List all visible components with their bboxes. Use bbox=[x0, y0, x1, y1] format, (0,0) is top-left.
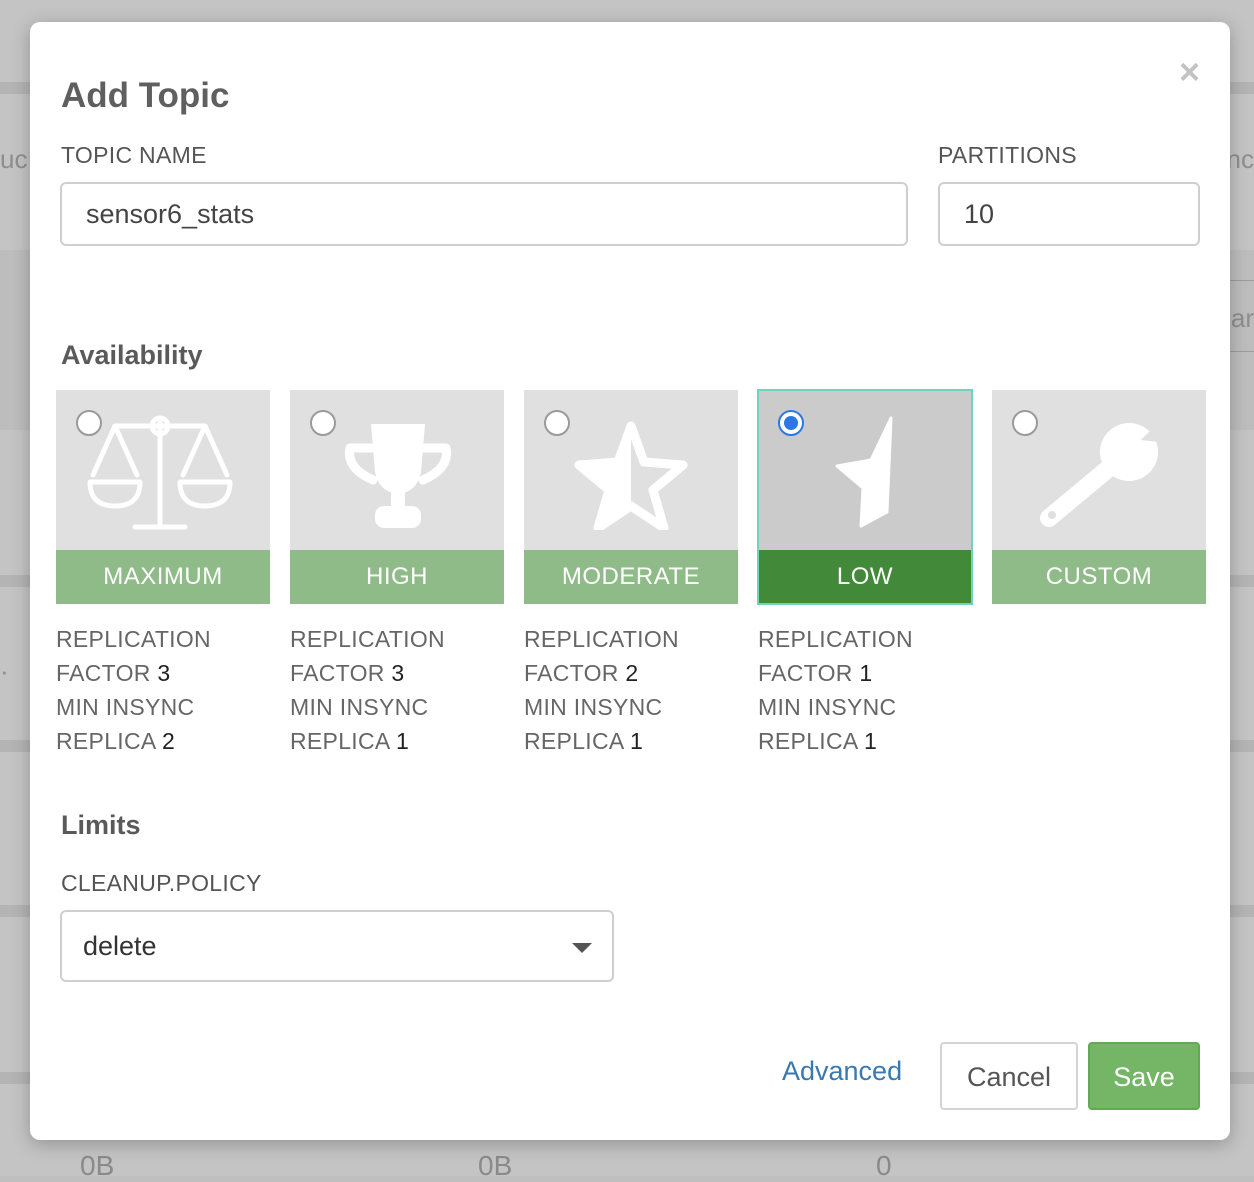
cleanup-policy-select[interactable]: delete bbox=[60, 910, 614, 982]
wrench-icon bbox=[1040, 412, 1177, 527]
spec-line: REPLICATION bbox=[758, 626, 913, 652]
save-button[interactable]: Save bbox=[1088, 1042, 1200, 1110]
background-value: 0B bbox=[80, 1150, 115, 1181]
spec-label: FACTOR bbox=[524, 660, 626, 686]
spec-line: FACTOR 1 bbox=[758, 656, 972, 690]
spec-line: REPLICATION bbox=[524, 626, 679, 652]
option-label: CUSTOM bbox=[992, 550, 1206, 604]
spec-line: REPLICATION bbox=[290, 626, 445, 652]
dialog-title: Add Topic bbox=[61, 76, 230, 115]
option-label: HIGH bbox=[290, 550, 504, 604]
spec-line: REPLICA 1 bbox=[758, 724, 972, 758]
spec-line: REPLICATION bbox=[56, 626, 211, 652]
replication-factor-value: 1 bbox=[859, 660, 873, 686]
spec-line: REPLICA 1 bbox=[290, 724, 504, 758]
quarter-star-icon bbox=[835, 416, 893, 528]
close-icon[interactable]: × bbox=[1179, 54, 1200, 90]
availability-option-maximum[interactable]: MAXIMUM bbox=[56, 390, 270, 604]
chevron-down-icon bbox=[572, 943, 592, 953]
cleanup-policy-value: delete bbox=[83, 931, 157, 961]
spec-label: FACTOR bbox=[290, 660, 392, 686]
option-label: MAXIMUM bbox=[56, 550, 270, 604]
min-insync-replica-value: 2 bbox=[161, 728, 176, 754]
spec-line: REPLICA 1 bbox=[524, 724, 738, 758]
background-text: uc bbox=[0, 144, 28, 174]
cleanup-policy-label: CLEANUP.POLICY bbox=[61, 870, 262, 896]
trophy-icon bbox=[345, 424, 451, 528]
option-tile bbox=[992, 390, 1206, 550]
spec-label: REPLICA bbox=[758, 728, 864, 754]
replication-factor-value: 3 bbox=[391, 660, 405, 686]
option-label: MODERATE bbox=[524, 550, 738, 604]
spec-line: FACTOR 3 bbox=[290, 656, 504, 690]
half-star-icon bbox=[574, 421, 688, 530]
spec-label: REPLICA bbox=[56, 728, 162, 754]
spec-line: MIN INSYNC bbox=[290, 694, 429, 720]
min-insync-replica-value: 1 bbox=[395, 728, 410, 754]
add-topic-dialog: Add Topic × TOPIC NAME PARTITIONS Availa… bbox=[30, 22, 1230, 1140]
replication-factor-value: 3 bbox=[157, 660, 171, 686]
spec-label: FACTOR bbox=[758, 660, 860, 686]
option-tile bbox=[524, 390, 738, 550]
partitions-label: PARTITIONS bbox=[938, 142, 1077, 168]
background-text: · bbox=[0, 656, 9, 686]
topic-name-input[interactable] bbox=[60, 182, 908, 246]
spec-line: FACTOR 3 bbox=[56, 656, 270, 690]
partitions-input[interactable] bbox=[938, 182, 1200, 246]
cancel-button[interactable]: Cancel bbox=[940, 1042, 1078, 1110]
option-tile bbox=[290, 390, 504, 550]
availability-option-moderate[interactable]: MODERATE bbox=[524, 390, 738, 604]
background-text: ar bbox=[1230, 303, 1254, 333]
spec-line: FACTOR 2 bbox=[524, 656, 738, 690]
availability-option-custom[interactable]: CUSTOM bbox=[992, 390, 1206, 604]
background-value: 0 bbox=[876, 1150, 892, 1181]
spec-label: REPLICA bbox=[524, 728, 630, 754]
min-insync-replica-value: 1 bbox=[629, 728, 644, 754]
min-insync-replica-value: 1 bbox=[863, 728, 878, 754]
availability-option-high[interactable]: HIGH bbox=[290, 390, 504, 604]
spec-line: MIN INSYNC bbox=[524, 694, 663, 720]
topic-name-label: TOPIC NAME bbox=[61, 142, 207, 168]
option-spec-high: REPLICATION FACTOR 3 MIN INSYNC REPLICA … bbox=[290, 622, 504, 758]
spec-line: REPLICA 2 bbox=[56, 724, 270, 758]
advanced-link[interactable]: Advanced bbox=[782, 1056, 902, 1087]
replication-factor-value: 2 bbox=[625, 660, 639, 686]
spec-line: MIN INSYNC bbox=[56, 694, 195, 720]
spec-label: FACTOR bbox=[56, 660, 158, 686]
limits-heading: Limits bbox=[61, 810, 141, 840]
background-value: 0B bbox=[478, 1150, 513, 1181]
scale-icon bbox=[87, 415, 233, 530]
availability-option-low[interactable]: LOW bbox=[757, 389, 973, 605]
option-tile bbox=[758, 390, 972, 550]
spec-line: MIN INSYNC bbox=[758, 694, 897, 720]
availability-heading: Availability bbox=[61, 340, 203, 370]
background-text: nc bbox=[1226, 144, 1254, 174]
option-label: LOW bbox=[758, 550, 972, 604]
spec-label: REPLICA bbox=[290, 728, 396, 754]
option-spec-maximum: REPLICATION FACTOR 3 MIN INSYNC REPLICA … bbox=[56, 622, 270, 758]
option-tile bbox=[56, 390, 270, 550]
option-spec-moderate: REPLICATION FACTOR 2 MIN INSYNC REPLICA … bbox=[524, 622, 738, 758]
option-spec-low: REPLICATION FACTOR 1 MIN INSYNC REPLICA … bbox=[758, 622, 972, 758]
